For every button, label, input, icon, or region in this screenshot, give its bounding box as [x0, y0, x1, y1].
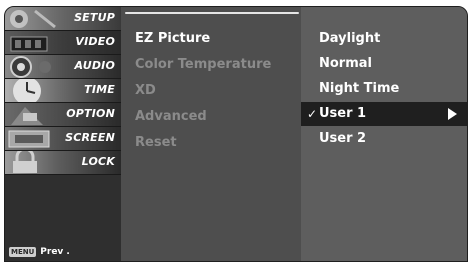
ez-picture-submenu: Daylight Normal Night Time ✓ User 1 User… — [301, 7, 467, 261]
submenu-item-daylight[interactable]: Daylight — [319, 31, 380, 46]
sidebar-item-label: SCREEN — [65, 131, 115, 144]
screen-icon — [5, 127, 65, 150]
time-icon — [5, 79, 65, 102]
lock-icon — [5, 151, 65, 174]
sidebar-item-time[interactable]: TIME — [5, 79, 121, 103]
submenu-item-label: User 1 — [319, 106, 367, 121]
submenu-item-user2[interactable]: User 2 — [319, 131, 366, 146]
sidebar-item-label: AUDIO — [74, 59, 115, 72]
menu-item-ez-picture[interactable]: EZ Picture — [135, 31, 210, 46]
sidebar-item-setup[interactable]: SETUP — [5, 7, 121, 31]
tv-menu-frame: SETUP VIDEO AUDIO TIME OPTION SCREEN LOC… — [4, 6, 468, 262]
sidebar: SETUP VIDEO AUDIO TIME OPTION SCREEN LOC… — [5, 7, 121, 261]
prev-hint: MENU Prev . — [9, 247, 70, 257]
video-menu-panel: EZ Picture Color Temperature XD Advanced… — [121, 7, 301, 261]
menu-key-badge: MENU — [9, 247, 37, 257]
divider — [125, 12, 299, 14]
video-icon — [5, 31, 65, 54]
menu-item-reset[interactable]: Reset — [135, 135, 177, 150]
submenu-item-normal[interactable]: Normal — [319, 56, 372, 71]
setup-icon — [5, 7, 65, 30]
option-icon — [5, 103, 65, 126]
menu-item-advanced[interactable]: Advanced — [135, 109, 207, 124]
sidebar-item-label: TIME — [84, 83, 115, 96]
sidebar-item-audio[interactable]: AUDIO — [5, 55, 121, 79]
sidebar-item-label: LOCK — [81, 155, 115, 168]
sidebar-item-label: VIDEO — [75, 35, 115, 48]
submenu-item-night-time[interactable]: Night Time — [319, 81, 399, 96]
menu-item-xd[interactable]: XD — [135, 83, 156, 98]
menu-item-color-temperature[interactable]: Color Temperature — [135, 57, 271, 72]
arrow-right-icon — [448, 108, 457, 120]
sidebar-item-lock[interactable]: LOCK — [5, 151, 121, 175]
submenu-item-user1[interactable]: ✓ User 1 — [301, 102, 467, 126]
check-icon: ✓ — [307, 107, 318, 121]
prev-label: Prev . — [40, 247, 70, 257]
sidebar-item-video[interactable]: VIDEO — [5, 31, 121, 55]
audio-icon — [5, 55, 65, 78]
sidebar-item-option[interactable]: OPTION — [5, 103, 121, 127]
sidebar-item-label: SETUP — [74, 11, 115, 24]
sidebar-item-label: OPTION — [66, 107, 115, 120]
sidebar-item-screen[interactable]: SCREEN — [5, 127, 121, 151]
